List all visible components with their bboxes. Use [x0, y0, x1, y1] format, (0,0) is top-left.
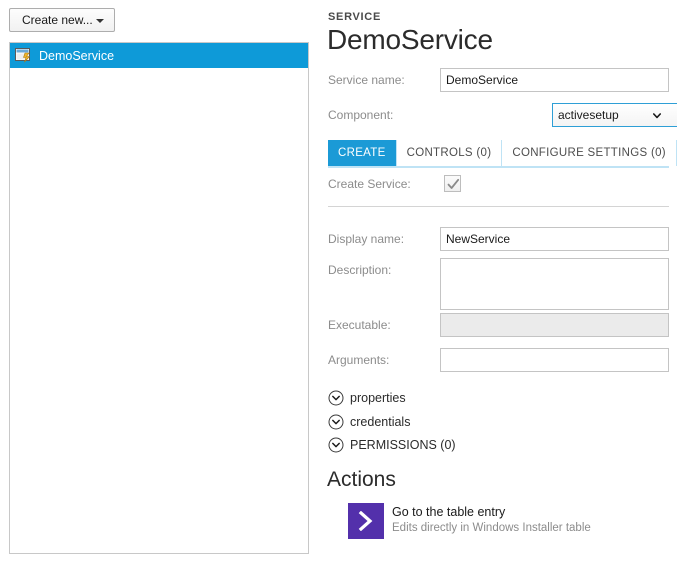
caret-down-icon — [96, 19, 104, 23]
create-service-label: Create Service: — [328, 177, 411, 191]
tab-controls-label: CONTROLS (0) — [406, 147, 492, 159]
tab-controls[interactable]: CONTROLS (0) — [397, 140, 503, 166]
expander-properties[interactable]: properties — [328, 387, 669, 409]
tab-create-label: CREATE — [338, 147, 386, 159]
actions-heading: Actions — [327, 468, 396, 491]
field-row-component: Component: — [328, 103, 677, 127]
circle-chevron-down-icon — [328, 390, 344, 406]
page-title: DemoService — [327, 24, 493, 55]
service-list[interactable]: DemoService — [9, 42, 309, 554]
field-row-service-name: Service name: — [328, 68, 669, 92]
tab-strip: CREATE CONTROLS (0) CONFIGURE SETTINGS (… — [328, 140, 677, 166]
list-item[interactable]: DemoService — [10, 43, 308, 68]
action-go-to-table-entry[interactable]: Go to the table entry Edits directly in … — [328, 503, 669, 543]
breadcrumb-eyebrow: SERVICE — [328, 11, 381, 23]
field-row-display-name: Display name: — [328, 227, 669, 251]
component-label: Component: — [328, 108, 394, 122]
executable-label: Executable: — [328, 318, 391, 332]
field-row-arguments: Arguments: — [328, 348, 669, 372]
description-label: Description: — [328, 263, 392, 277]
field-row-create-service: Create Service: — [328, 175, 669, 195]
circle-chevron-down-icon — [328, 414, 344, 430]
tab-underline — [328, 166, 669, 168]
service-window-icon — [15, 47, 32, 64]
display-name-label: Display name: — [328, 232, 405, 246]
expander-permissions[interactable]: PERMISSIONS (0) — [328, 434, 669, 456]
expander-credentials-label: credentials — [350, 415, 411, 429]
field-row-description: Description: — [328, 258, 669, 310]
service-name-label: Service name: — [328, 73, 405, 87]
component-select-value[interactable] — [552, 103, 677, 127]
field-row-executable: Executable: — [328, 313, 669, 337]
arguments-label: Arguments: — [328, 353, 390, 367]
arguments-input[interactable] — [440, 348, 669, 372]
create-service-checkbox[interactable] — [444, 175, 461, 192]
action-title: Go to the table entry — [392, 505, 506, 519]
left-panel: Create new... DemoService — [0, 0, 320, 564]
chevron-right-icon — [348, 503, 384, 539]
create-new-label: Create new... — [22, 13, 93, 27]
tab-configure-settings-label: CONFIGURE SETTINGS (0) — [512, 147, 666, 159]
section-divider — [328, 206, 669, 207]
action-subtitle: Edits directly in Windows Installer tabl… — [392, 522, 591, 534]
component-select[interactable] — [440, 103, 677, 127]
tab-create[interactable]: CREATE — [328, 140, 397, 166]
executable-input — [440, 313, 669, 337]
expander-credentials[interactable]: credentials — [328, 411, 669, 433]
circle-chevron-down-icon — [328, 437, 344, 453]
expander-permissions-label: PERMISSIONS (0) — [350, 438, 456, 452]
right-panel: SERVICE DemoService Service name: Compon… — [320, 0, 677, 564]
description-input[interactable] — [440, 258, 669, 310]
service-name-input[interactable] — [440, 68, 669, 92]
create-new-button[interactable]: Create new... — [9, 8, 115, 32]
list-item-label: DemoService — [39, 48, 115, 63]
checkmark-icon — [447, 178, 460, 189]
expander-properties-label: properties — [350, 391, 406, 405]
tab-configure-settings[interactable]: CONFIGURE SETTINGS (0) — [502, 140, 677, 166]
display-name-input[interactable] — [440, 227, 669, 251]
